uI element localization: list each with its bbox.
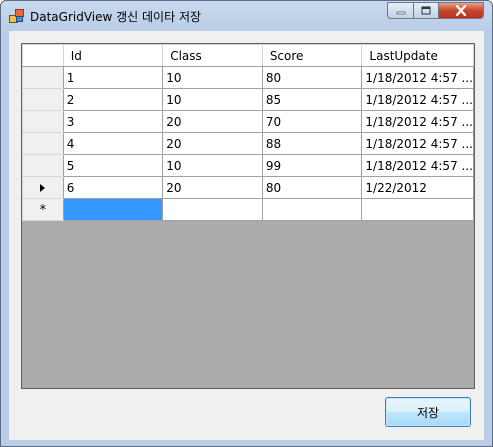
cell-class[interactable]: 20: [162, 176, 263, 199]
column-header-row: Id Class Score LastUpdate: [22, 44, 474, 67]
new-row-cell-id-selected[interactable]: [62, 198, 164, 221]
row-header[interactable]: [22, 132, 64, 155]
current-row-arrow-icon: [40, 184, 46, 192]
app-window-icon: [9, 9, 25, 23]
grid-table: Id Class Score LastUpdate 1 10 80 1/18/2…: [22, 44, 474, 221]
maximize-button[interactable]: [413, 2, 439, 19]
data-grid-view[interactable]: Id Class Score LastUpdate 1 10 80 1/18/2…: [21, 43, 475, 389]
new-row-header[interactable]: *: [22, 198, 64, 221]
column-header-class[interactable]: Class: [162, 44, 263, 67]
new-row-cell-lastupdate[interactable]: [361, 198, 474, 221]
table-row[interactable]: 4 20 88 1/18/2012 4:57 ...: [22, 132, 474, 155]
column-header-score[interactable]: Score: [261, 44, 363, 67]
cell-class[interactable]: 10: [162, 154, 263, 177]
column-header-id[interactable]: Id: [62, 44, 164, 67]
cell-lastupdate[interactable]: 1/18/2012 4:57 ...: [361, 154, 474, 177]
new-row-cell-class[interactable]: [162, 198, 263, 221]
row-header[interactable]: [22, 88, 64, 111]
cell-class[interactable]: 20: [162, 132, 263, 155]
new-row-cell-score[interactable]: [261, 198, 363, 221]
cell-id[interactable]: 1: [62, 66, 164, 89]
row-header[interactable]: [22, 110, 64, 133]
cell-lastupdate[interactable]: 1/18/2012 4:57 ...: [361, 110, 474, 133]
cell-score[interactable]: 70: [261, 110, 363, 133]
save-button[interactable]: 저장: [385, 397, 471, 427]
new-row[interactable]: *: [22, 198, 474, 221]
cell-lastupdate[interactable]: 1/18/2012 4:57 ...: [361, 88, 474, 111]
cell-id[interactable]: 4: [62, 132, 164, 155]
app-window: DataGridView 갱신 데이타 저장 Id Class Score La…: [0, 0, 493, 447]
column-header-lastupdate[interactable]: LastUpdate: [361, 44, 474, 67]
minimize-icon: [396, 11, 405, 14]
cell-score[interactable]: 88: [261, 132, 363, 155]
cell-id[interactable]: 5: [62, 154, 164, 177]
cell-class[interactable]: 10: [162, 66, 263, 89]
cell-lastupdate[interactable]: 1/18/2012 4:57 ...: [361, 132, 474, 155]
table-row[interactable]: 5 10 99 1/18/2012 4:57 ...: [22, 154, 474, 177]
minimize-button[interactable]: [387, 2, 414, 19]
row-header-current[interactable]: [22, 176, 64, 199]
cell-id[interactable]: 2: [62, 88, 164, 111]
new-row-asterisk-icon: *: [39, 202, 47, 218]
table-row[interactable]: 2 10 85 1/18/2012 4:57 ...: [22, 88, 474, 111]
grid-corner-header[interactable]: [22, 44, 64, 67]
row-header[interactable]: [22, 66, 64, 89]
maximize-icon: [421, 6, 431, 14]
row-header[interactable]: [22, 154, 64, 177]
window-title: DataGridView 갱신 데이타 저장: [30, 10, 202, 24]
cell-score[interactable]: 80: [261, 176, 363, 199]
close-button[interactable]: [438, 2, 484, 19]
cell-id[interactable]: 6: [62, 176, 164, 199]
table-row[interactable]: 1 10 80 1/18/2012 4:57 ...: [22, 66, 474, 89]
table-row[interactable]: 3 20 70 1/18/2012 4:57 ...: [22, 110, 474, 133]
table-row-current[interactable]: 6 20 80 1/22/2012: [22, 176, 474, 199]
cell-lastupdate[interactable]: 1/18/2012 4:57 ...: [361, 66, 474, 89]
form-client-area: Id Class Score LastUpdate 1 10 80 1/18/2…: [9, 31, 484, 440]
cell-lastupdate[interactable]: 1/22/2012: [361, 176, 474, 199]
close-icon: [455, 5, 467, 16]
cell-class[interactable]: 10: [162, 88, 263, 111]
cell-score[interactable]: 99: [261, 154, 363, 177]
cell-score[interactable]: 85: [261, 88, 363, 111]
title-bar[interactable]: DataGridView 갱신 데이타 저장: [1, 1, 492, 31]
cell-class[interactable]: 20: [162, 110, 263, 133]
cell-id[interactable]: 3: [62, 110, 164, 133]
cell-score[interactable]: 80: [261, 66, 363, 89]
